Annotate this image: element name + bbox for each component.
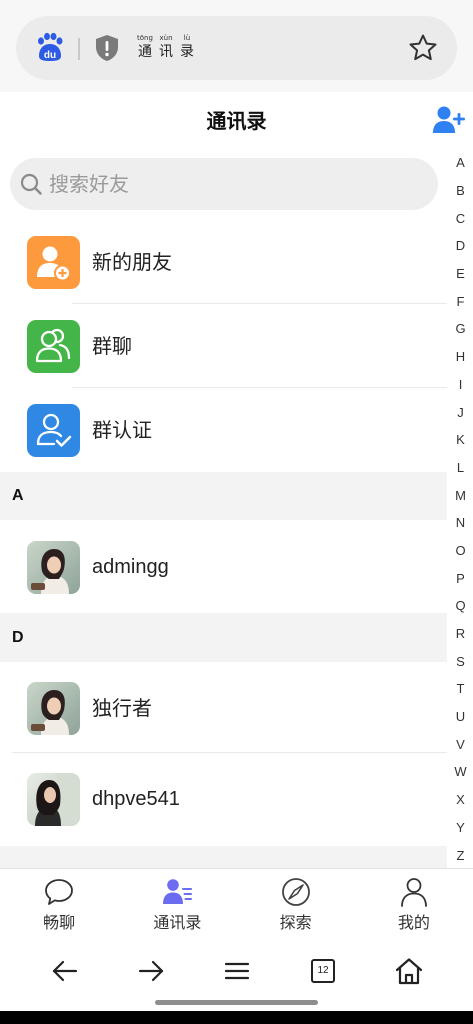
tab-chat[interactable]: 畅聊 [0,869,118,934]
index-letter[interactable]: N [448,509,473,537]
entry-label: 群聊 [92,334,132,358]
index-letter[interactable]: F [448,287,473,315]
page-title: 通讯录 [206,109,267,133]
hanzi: 讯 [159,44,173,60]
search-icon [20,173,42,195]
section-letter: A [12,487,24,504]
search-input[interactable]: 搜索好友 [10,158,438,210]
index-letter[interactable]: K [448,426,473,454]
title-char: tōng 通 [136,34,154,64]
tab-label: 我的 [397,913,430,932]
index-letter[interactable]: U [448,703,473,731]
avatar [27,682,80,735]
avatar [27,541,80,594]
index-letter[interactable]: Q [448,592,473,620]
search-placeholder: 搜索好友 [49,172,129,196]
index-letter[interactable]: B [448,177,473,205]
group-chat-entry[interactable]: 群聊 [0,304,447,388]
index-letter[interactable]: L [448,454,473,482]
tab-explore[interactable]: 探索 [237,869,355,934]
tab-label: 畅聊 [43,913,76,932]
home-icon[interactable] [394,956,424,986]
bottom-edge [0,1011,473,1024]
index-letter[interactable]: O [448,537,473,565]
entry-label: 群认证 [92,418,152,442]
address-bar-divider [78,38,80,60]
contacts-icon [163,879,193,904]
index-letter[interactable]: Z [448,841,473,869]
hanzi: 录 [180,44,194,60]
hanzi: 通 [138,44,152,60]
contact-name: 独行者 [92,696,152,720]
forward-arrow-icon[interactable] [136,956,166,986]
compass-icon [281,878,310,906]
add-user-icon[interactable] [432,105,466,135]
index-letter[interactable]: V [448,730,473,758]
entry-label: 新的朋友 [92,250,172,274]
index-letter[interactable]: D [448,232,473,260]
index-letter[interactable]: T [448,675,473,703]
index-letter[interactable]: Y [448,814,473,842]
group-verify-icon [27,404,80,457]
index-letter[interactable]: W [448,758,473,786]
index-letter[interactable]: M [448,481,473,509]
browser-address-bar[interactable]: du tōng 通 xùn 讯 lù 录 [16,16,457,80]
bottom-tab-bar: 畅聊 通讯录 探索 我的 [0,868,473,934]
index-letter[interactable]: I [448,371,473,399]
contact-row[interactable]: 独行者 [0,662,447,752]
new-friends-entry[interactable]: 新的朋友 [0,220,447,304]
title-char: lù 录 [178,34,196,64]
group-verify-entry[interactable]: 群认证 [0,388,447,472]
chat-bubble-icon [45,879,74,905]
baidu-paw-icon[interactable]: du [35,32,65,62]
avatar [27,773,80,826]
shield-alert-icon[interactable] [94,34,120,62]
new-friend-icon [27,236,80,289]
menu-icon[interactable] [222,956,252,986]
contact-row[interactable]: admingg [0,520,447,613]
tabs-icon[interactable]: 12 [308,956,338,986]
pinyin: xùn [159,34,173,42]
index-letter[interactable]: J [448,398,473,426]
baidu-logo-text: du [44,50,56,61]
index-letter[interactable]: E [448,260,473,288]
contact-name: dhpve541 [92,788,180,810]
tab-count: 12 [311,959,335,983]
contact-row[interactable]: dhpve541 [0,753,447,846]
index-letter[interactable]: X [448,786,473,814]
pinyin: lù [183,34,191,42]
tab-contacts[interactable]: 通讯录 [118,869,236,934]
tab-label: 探索 [279,913,312,932]
gesture-home-indicator[interactable] [155,1000,318,1005]
star-icon[interactable] [408,33,438,63]
index-letter[interactable]: C [448,204,473,232]
back-arrow-icon[interactable] [50,956,80,986]
index-letter[interactable]: G [448,315,473,343]
section-header: D [0,613,447,662]
index-letter[interactable]: H [448,343,473,371]
title-char: xùn 讯 [157,34,175,64]
index-letter[interactable]: P [448,564,473,592]
section-header: A [0,472,447,520]
index-letter[interactable]: A [448,149,473,177]
page-title: tōng 通 xùn 讯 lù 录 [136,34,196,64]
screen: du tōng 通 xùn 讯 lù 录 通讯录 搜索好友 新的朋友 群聊 群认… [0,0,473,1024]
section-letter: D [12,629,24,646]
group-chat-icon [27,320,80,373]
tab-profile[interactable]: 我的 [355,869,473,934]
index-letter[interactable]: R [448,620,473,648]
tab-label: 通讯录 [153,913,202,932]
index-letter[interactable]: S [448,647,473,675]
alphabet-index[interactable]: ABCDEFGHIJKLMNOPQRSTUVWXYZ [448,149,473,869]
profile-icon [400,878,427,907]
pinyin: tōng [137,34,153,42]
contact-name: admingg [92,556,169,578]
